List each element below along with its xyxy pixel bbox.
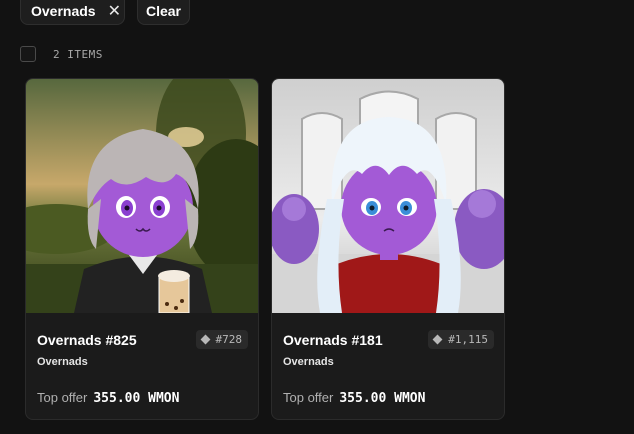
nft-name: Overnads #825 bbox=[37, 332, 137, 348]
rank-value: #728 bbox=[215, 333, 243, 346]
top-offer: Top offer 355.00 WMON bbox=[37, 390, 179, 406]
filter-chip-overnads[interactable]: Overnads ✕ bbox=[20, 0, 125, 25]
select-all-row: 2 ITEMS bbox=[20, 46, 103, 62]
rank-badge: #1,115 bbox=[428, 330, 494, 349]
filter-chip-label: Overnads bbox=[31, 2, 96, 19]
close-icon[interactable]: ✕ bbox=[108, 1, 121, 21]
offer-label: Top offer bbox=[37, 390, 88, 405]
nft-name: Overnads #181 bbox=[283, 332, 383, 348]
offer-value: 355.00 WMON bbox=[339, 391, 426, 406]
collection-name: Overnads bbox=[283, 356, 334, 368]
nft-card[interactable]: Overnads #825 #728 Overnads Top offer 35… bbox=[25, 78, 259, 420]
nft-image[interactable] bbox=[272, 79, 505, 313]
item-count: 2 ITEMS bbox=[53, 47, 103, 61]
rank-value: #1,115 bbox=[448, 333, 488, 346]
select-all-checkbox[interactable] bbox=[20, 46, 36, 62]
nft-card[interactable]: Overnads #181 #1,115 Overnads Top offer … bbox=[271, 78, 505, 420]
clear-filters-button[interactable]: Clear bbox=[137, 0, 190, 25]
diamond-icon bbox=[432, 334, 443, 345]
offer-label: Top offer bbox=[283, 390, 334, 405]
rank-badge: #728 bbox=[195, 330, 248, 349]
top-offer: Top offer 355.00 WMON bbox=[283, 390, 425, 406]
offer-value: 355.00 WMON bbox=[93, 391, 180, 406]
diamond-icon bbox=[200, 334, 210, 345]
collection-name: Overnads bbox=[37, 356, 88, 368]
nft-image[interactable] bbox=[26, 79, 259, 313]
